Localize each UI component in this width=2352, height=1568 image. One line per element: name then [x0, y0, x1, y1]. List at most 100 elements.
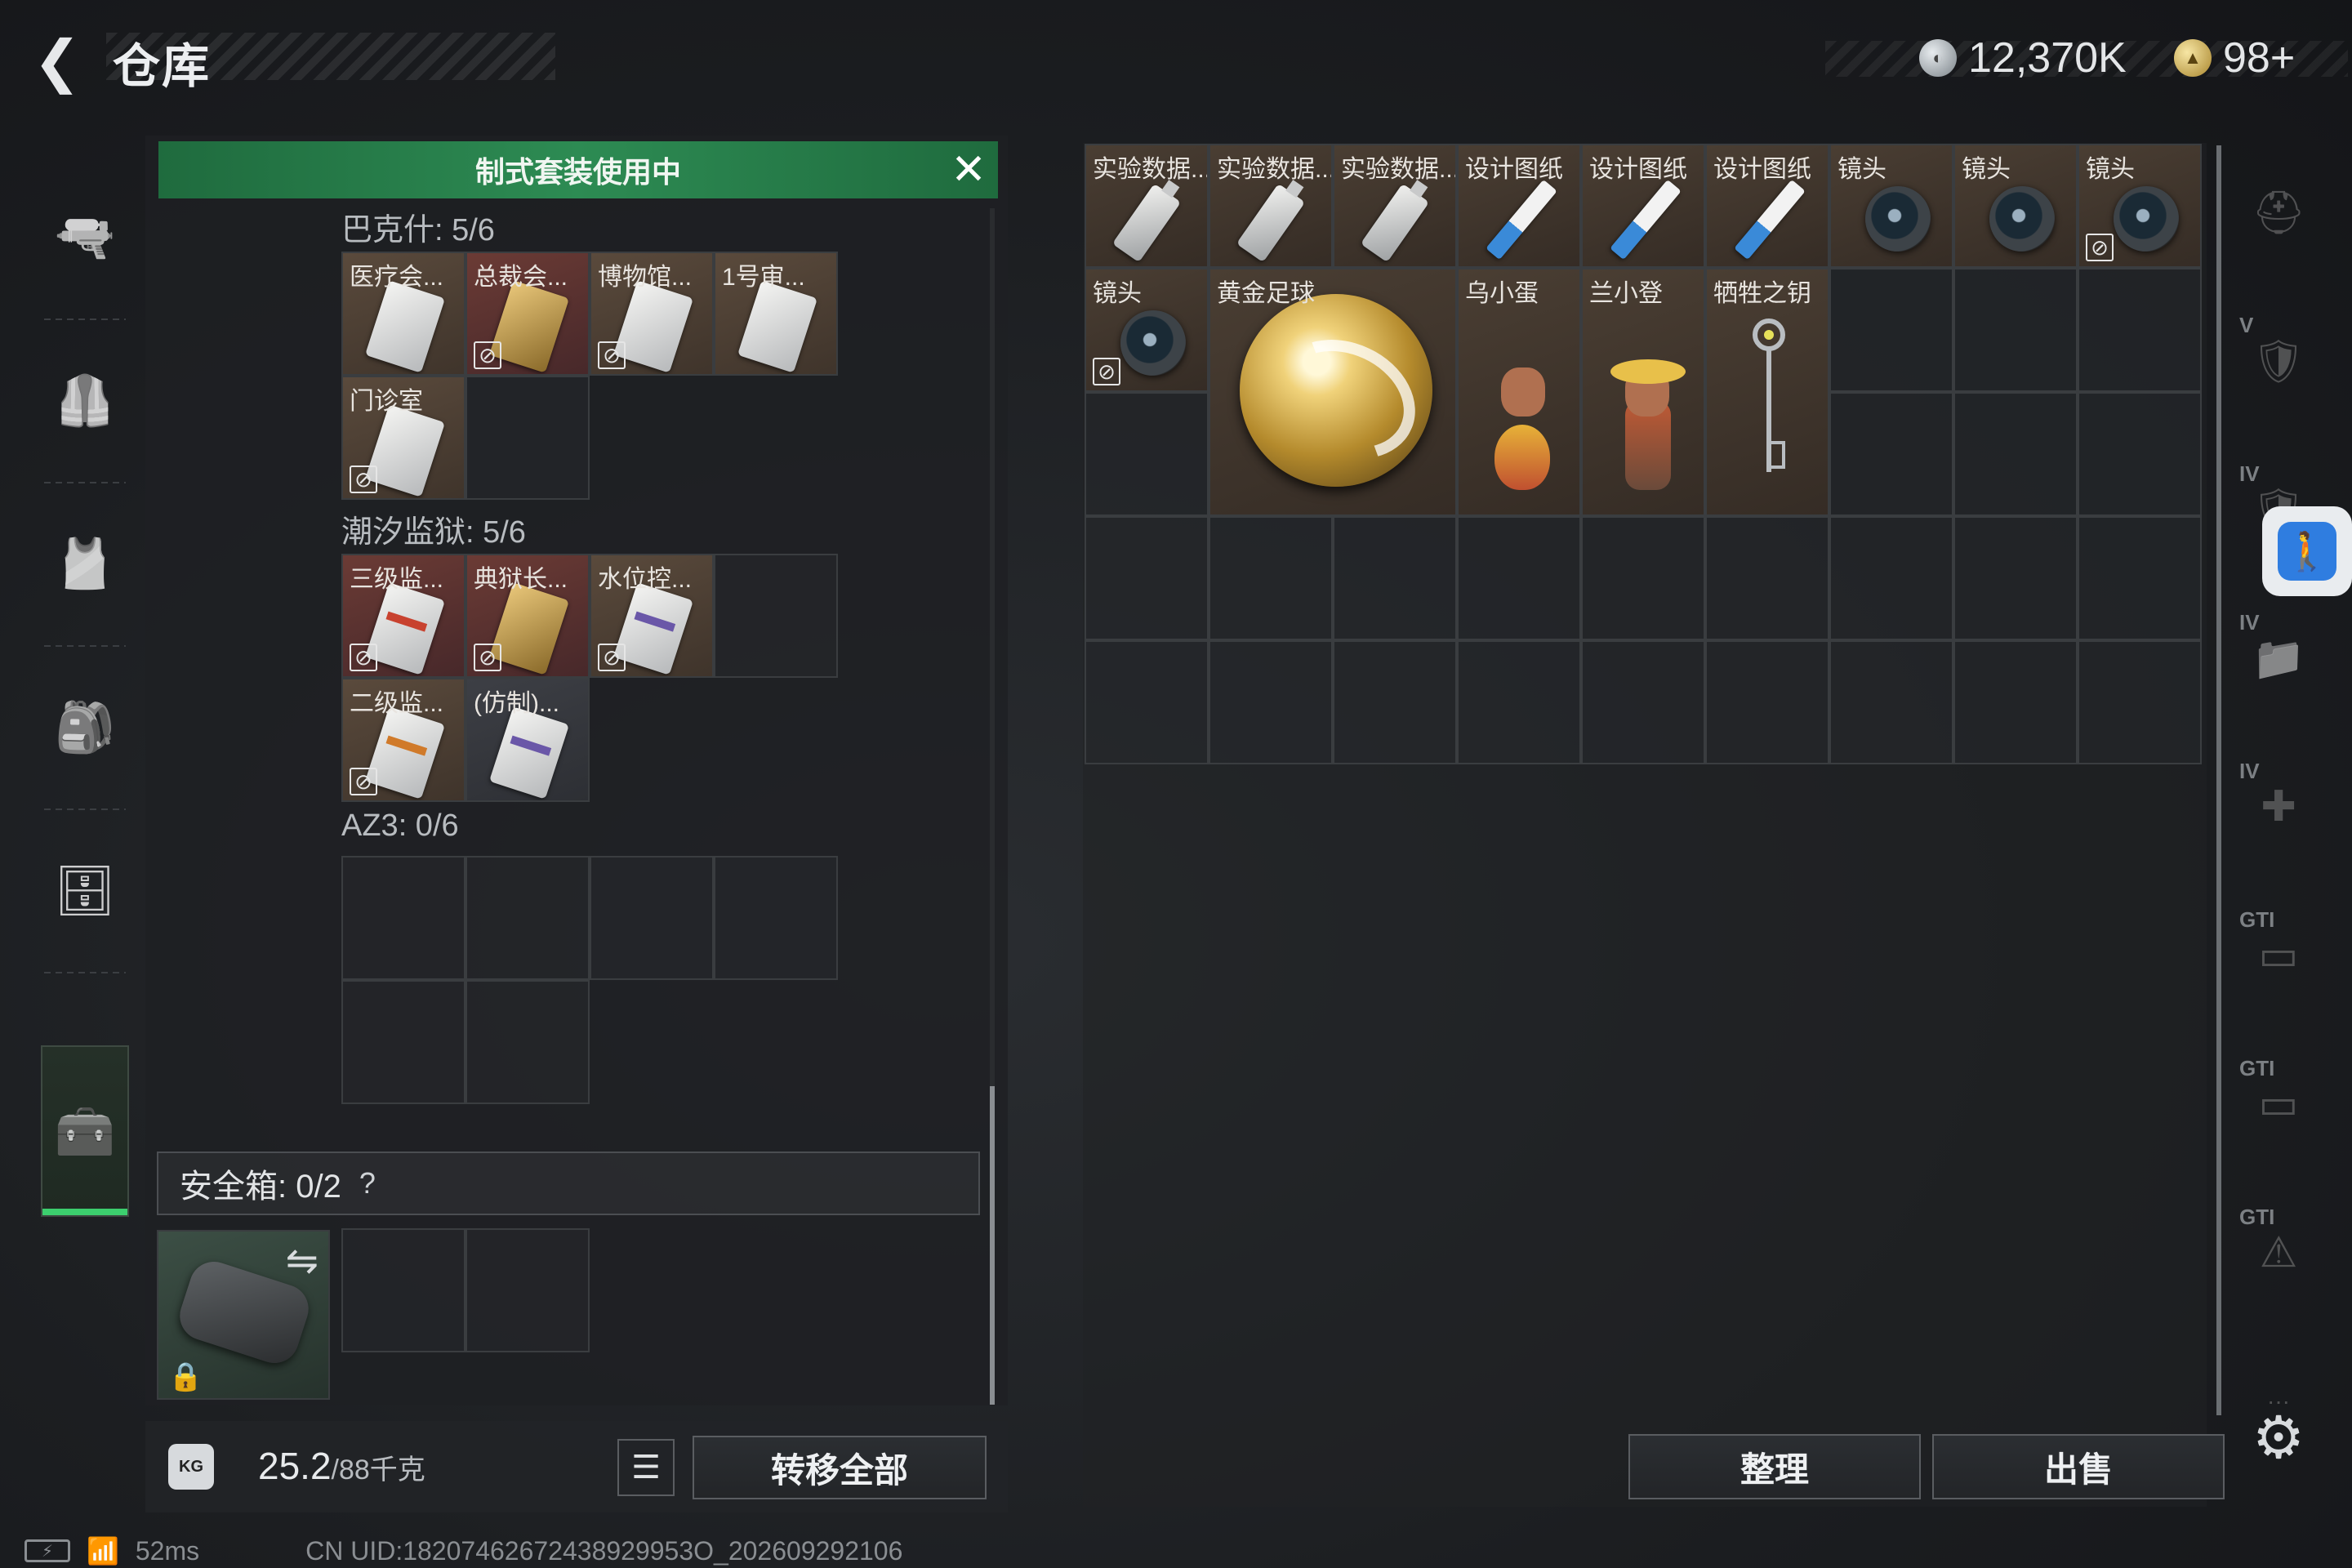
accessibility-icon: 🚶: [2278, 522, 2336, 581]
gun-icon: 🔫: [54, 209, 116, 265]
empty-slot[interactable]: [1953, 640, 2078, 764]
no-trade-icon: ⊘: [350, 644, 377, 671]
empty-slot[interactable]: [1829, 640, 1953, 764]
empty-slot[interactable]: [1457, 516, 1581, 640]
empty-slot[interactable]: [2078, 640, 2202, 764]
silver-currency[interactable]: ◐ 12,370K: [1919, 29, 2127, 87]
empty-slot[interactable]: [1085, 392, 1209, 516]
empty-slot[interactable]: [1953, 516, 2078, 640]
nav-item-container[interactable]: 🗄: [28, 808, 142, 972]
keycard-slot[interactable]: 总裁会... ⊘: [466, 252, 590, 376]
right-nav-armor-tier5[interactable]: V 🛡: [2221, 292, 2336, 430]
swap-icon[interactable]: ⇋: [286, 1238, 318, 1284]
empty-slot[interactable]: [2078, 392, 2202, 516]
keycard-slot[interactable]: 水位控... ⊘: [590, 554, 714, 678]
help-icon[interactable]: ?: [359, 1166, 376, 1200]
keycard-slot[interactable]: 典狱长... ⊘: [466, 554, 590, 678]
empty-slot[interactable]: [1581, 516, 1705, 640]
section-title: 巴克什: 5/6: [341, 213, 495, 247]
nav-item-gun[interactable]: 🔫: [28, 155, 142, 318]
keycard-slot[interactable]: 医疗会...: [341, 252, 466, 376]
storage-item-usb[interactable]: 实验数据...: [1333, 144, 1457, 268]
empty-slot[interactable]: [1209, 640, 1333, 764]
nav-item-toolbox[interactable]: 🧰: [41, 1045, 129, 1217]
backpack-icon: 🎒: [54, 699, 116, 755]
empty-slot[interactable]: [1581, 640, 1705, 764]
right-nav-helmet[interactable]: ⛑: [2221, 143, 2336, 282]
empty-slot[interactable]: [1705, 640, 1829, 764]
storage-item-usb[interactable]: 实验数据...: [1209, 144, 1333, 268]
silver-coin-icon: ◐: [1919, 39, 1957, 77]
transfer-all-button[interactable]: 转移全部: [693, 1436, 987, 1499]
keycard-slot[interactable]: 三级监... ⊘: [341, 554, 466, 678]
empty-slot[interactable]: [466, 376, 590, 500]
keycard-grid: 医疗会... 总裁会... ⊘ 博物馆... ⊘ 1号审... 门诊室 ⊘: [341, 252, 838, 500]
storage-item-blueprint[interactable]: 设计图纸: [1705, 144, 1829, 268]
empty-slot[interactable]: [1953, 392, 2078, 516]
tier-tag: V: [2239, 313, 2254, 337]
empty-slot[interactable]: [2078, 516, 2202, 640]
keycard-slot[interactable]: 博物馆... ⊘: [590, 252, 714, 376]
nav-item-chest-rig[interactable]: 🎽: [28, 482, 142, 645]
list-view-button[interactable]: ☰: [617, 1439, 675, 1496]
storage-item-lens[interactable]: 镜头 ⊘: [2078, 144, 2202, 268]
right-nav-medkit-tier4[interactable]: IV ✚: [2221, 737, 2336, 876]
empty-slot[interactable]: [341, 980, 466, 1104]
gti-alert-icon: ⚠: [2259, 1229, 2298, 1276]
empty-slot[interactable]: [1209, 516, 1333, 640]
storage-item-usb[interactable]: 实验数据...: [1085, 144, 1209, 268]
empty-slot[interactable]: [1333, 516, 1457, 640]
storage-item-lens[interactable]: 镜头 ⊘: [1085, 268, 1209, 392]
empty-slot[interactable]: [466, 980, 590, 1104]
gear-icon[interactable]: ⚙: [2246, 1405, 2311, 1471]
empty-slot[interactable]: [714, 554, 838, 678]
safe-slot[interactable]: [341, 1228, 466, 1352]
safe-slot[interactable]: [466, 1228, 590, 1352]
empty-slot[interactable]: [1333, 640, 1457, 764]
nav-item-backpack[interactable]: 🎒: [28, 645, 142, 808]
key-bit: [1771, 441, 1785, 469]
nav-item-armor-vest[interactable]: 🦺: [28, 318, 142, 482]
back-button[interactable]: ❮: [24, 24, 90, 98]
storage-item-lan-xiaodeng[interactable]: 兰小登: [1581, 268, 1705, 516]
gold-currency[interactable]: ▲ 98+: [2174, 29, 2295, 87]
empty-slot[interactable]: [2078, 268, 2202, 392]
gti-rifle-icon: ▭: [2258, 932, 2299, 979]
storage-item-lens[interactable]: 镜头: [1829, 144, 1953, 268]
empty-slot[interactable]: [1705, 516, 1829, 640]
empty-slot[interactable]: [1953, 268, 2078, 392]
keycard-slot[interactable]: 1号审...: [714, 252, 838, 376]
empty-slot[interactable]: [1829, 392, 1953, 516]
right-nav-gti-alert[interactable]: GTI ⚠: [2221, 1183, 2336, 1322]
keycard-slot[interactable]: (仿制)...: [466, 678, 590, 802]
empty-slot[interactable]: [1829, 516, 1953, 640]
storage-item-golden-ball[interactable]: 黄金足球: [1209, 268, 1457, 516]
banner-close-button[interactable]: ✕: [944, 145, 993, 194]
empty-slot[interactable]: [466, 856, 590, 980]
storage-item-blueprint[interactable]: 设计图纸: [1457, 144, 1581, 268]
right-nav-gti-vehicle[interactable]: GTI ▭: [2221, 1035, 2336, 1174]
key-icon: [1753, 318, 1785, 482]
close-icon: ✕: [951, 146, 987, 194]
left-scrollbar-thumb[interactable]: [990, 1086, 995, 1405]
storage-item-wu-xiaodan[interactable]: 乌小蛋: [1457, 268, 1581, 516]
empty-slot[interactable]: [714, 856, 838, 980]
storage-item-sacrifice-key[interactable]: 牺牲之钥: [1705, 268, 1829, 516]
keycard-slot[interactable]: 二级监... ⊘: [341, 678, 466, 802]
keycard-label: (仿制)...: [474, 690, 559, 717]
accessibility-button[interactable]: 🚶: [2262, 506, 2352, 596]
empty-slot[interactable]: [1085, 516, 1209, 640]
safe-case-slot[interactable]: ⇋ 🔒: [157, 1230, 330, 1400]
sort-button[interactable]: 整理: [1628, 1434, 1921, 1499]
storage-item-blueprint[interactable]: 设计图纸: [1581, 144, 1705, 268]
empty-slot[interactable]: [341, 856, 466, 980]
right-nav-folder-tier4[interactable]: IV 📁: [2221, 589, 2336, 728]
empty-slot[interactable]: [1829, 268, 1953, 392]
keycard-slot[interactable]: 门诊室 ⊘: [341, 376, 466, 500]
empty-slot[interactable]: [1457, 640, 1581, 764]
empty-slot[interactable]: [590, 856, 714, 980]
storage-item-lens[interactable]: 镜头: [1953, 144, 2078, 268]
sell-button[interactable]: 出售: [1932, 1434, 2225, 1499]
right-nav-gti-rifle[interactable]: GTI ▭: [2221, 886, 2336, 1025]
empty-slot[interactable]: [1085, 640, 1209, 764]
